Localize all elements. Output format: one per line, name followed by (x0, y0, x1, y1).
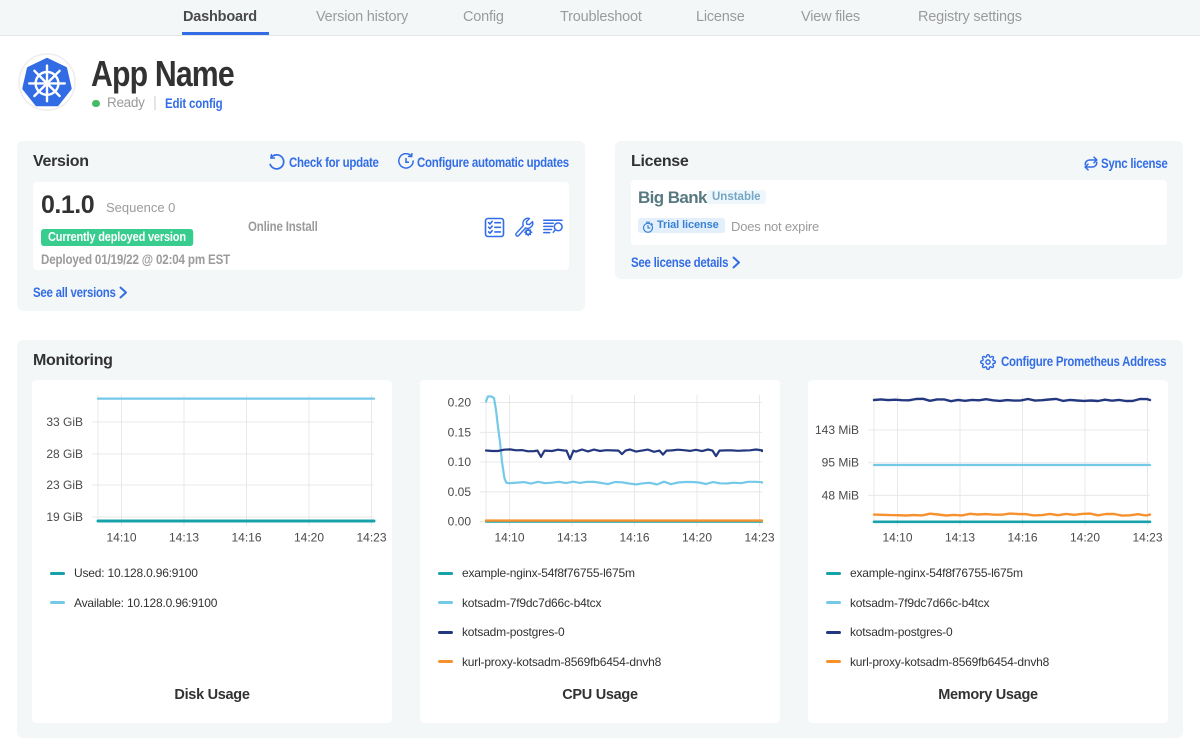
svg-text:14:10: 14:10 (106, 531, 136, 545)
svg-text:14:20: 14:20 (294, 531, 324, 545)
svg-text:14:23: 14:23 (744, 531, 774, 545)
svg-text:14:23: 14:23 (1132, 531, 1162, 545)
svg-text:28 GiB: 28 GiB (46, 447, 83, 461)
svg-text:14:16: 14:16 (231, 531, 261, 545)
svg-text:95 MiB: 95 MiB (822, 456, 859, 470)
svg-text:14:20: 14:20 (1070, 531, 1100, 545)
svg-text:0.00: 0.00 (448, 515, 472, 529)
svg-text:14:20: 14:20 (682, 531, 712, 545)
svg-text:14:13: 14:13 (945, 531, 975, 545)
svg-text:0.05: 0.05 (448, 485, 472, 499)
svg-text:143 MiB: 143 MiB (815, 423, 859, 437)
svg-text:0.10: 0.10 (448, 455, 472, 469)
svg-text:23 GiB: 23 GiB (46, 478, 83, 492)
svg-text:14:16: 14:16 (619, 531, 649, 545)
svg-text:14:13: 14:13 (557, 531, 587, 545)
svg-text:14:16: 14:16 (1007, 531, 1037, 545)
svg-text:14:13: 14:13 (169, 531, 199, 545)
svg-text:14:10: 14:10 (882, 531, 912, 545)
svg-text:0.20: 0.20 (448, 396, 472, 410)
svg-text:14:10: 14:10 (494, 531, 524, 545)
svg-text:14:23: 14:23 (356, 531, 386, 545)
svg-text:0.15: 0.15 (448, 425, 472, 439)
svg-text:33 GiB: 33 GiB (46, 415, 83, 429)
svg-text:48 MiB: 48 MiB (822, 488, 859, 502)
svg-text:19 GiB: 19 GiB (46, 510, 83, 524)
